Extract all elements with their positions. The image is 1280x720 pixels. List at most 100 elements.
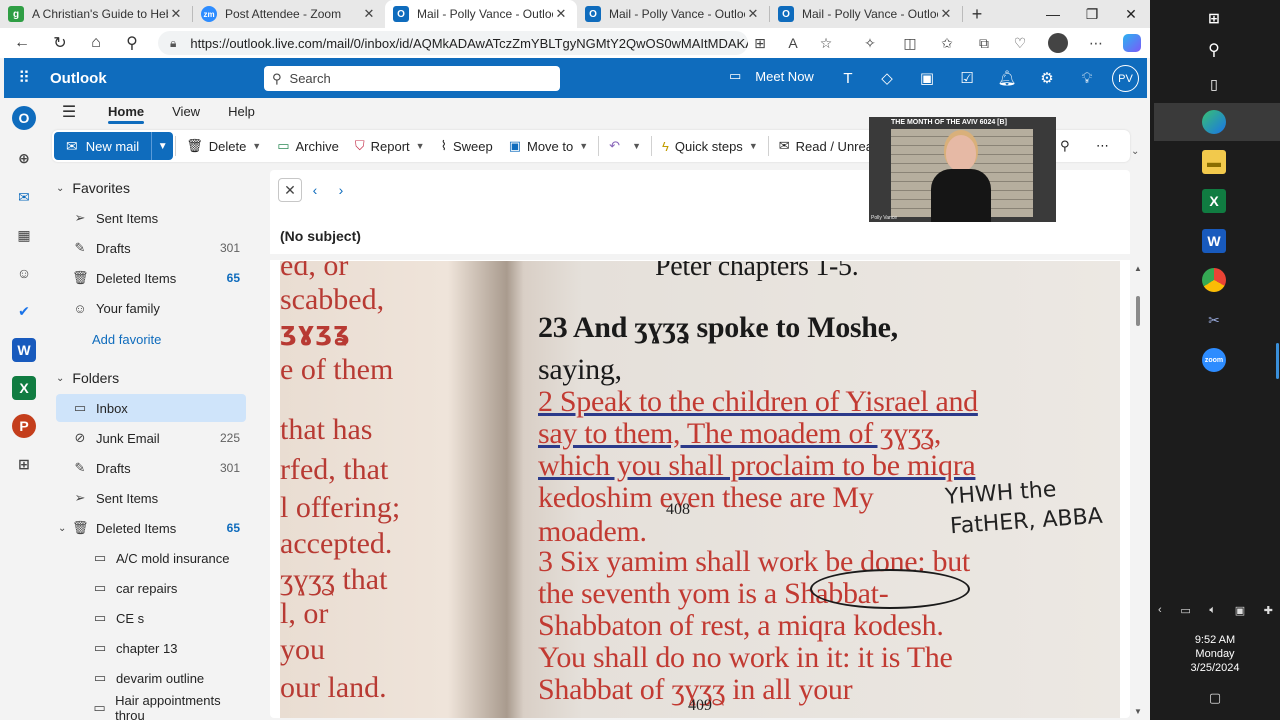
office-apps-icon[interactable]: ▣ — [916, 68, 938, 88]
restore-icon[interactable]: ❐ — [1073, 0, 1111, 28]
minimize-icon[interactable]: — — [1034, 0, 1072, 28]
zoom-icon[interactable]: zoom — [1202, 348, 1226, 372]
tab-view[interactable]: View — [158, 98, 214, 126]
premium-diamond-icon[interactable]: ◇ — [876, 68, 898, 88]
folder-junk-email[interactable]: ⊘ Junk Email 225 — [56, 424, 246, 452]
ribbon-expand-chevron-icon[interactable]: ⌄ — [1131, 146, 1139, 157]
chevron-left-icon[interactable]: ‹ — [1158, 604, 1162, 617]
battery-icon[interactable]: ▭ — [1180, 604, 1190, 617]
mail-icon[interactable]: ✉ — [12, 185, 36, 209]
browser-tab-3[interactable]: O Mail - Polly Vance - Outlook ✕ — [577, 0, 769, 28]
folder-drafts[interactable]: ✎ Drafts 301 — [56, 454, 246, 482]
app-tray-icon[interactable]: ✚ — [1264, 604, 1273, 617]
favorite-deleted-items[interactable]: 🗑︎ Deleted Items 65 — [56, 264, 246, 292]
archive-button[interactable]: ▭ Archive — [269, 132, 347, 160]
delete-button[interactable]: 🗑︎ Delete ▼ — [178, 132, 269, 160]
chevron-down-icon[interactable]: ▼ — [749, 141, 758, 151]
people-icon[interactable]: ☺ — [12, 261, 36, 285]
profile-avatar[interactable] — [1045, 32, 1071, 54]
folder-deleted-items[interactable]: ⌄ 🗑︎ Deleted Items 65 — [56, 514, 246, 542]
more-apps-icon[interactable]: ⊞ — [12, 452, 36, 476]
close-tab-icon[interactable]: ✕ — [938, 6, 954, 22]
tab-home[interactable]: Home — [94, 98, 158, 126]
more-menu-icon[interactable]: ⋯ — [1083, 32, 1109, 54]
quick-steps-button[interactable]: ϟ Quick steps ▼ — [654, 132, 766, 160]
account-avatar[interactable]: PV — [1112, 65, 1139, 92]
folder-sent-items[interactable]: ➢ Sent Items — [56, 484, 246, 512]
tab-help[interactable]: Help — [214, 98, 269, 126]
chevron-down-icon[interactable]: ▼ — [632, 141, 641, 151]
outlook-app-icon[interactable]: O — [12, 106, 36, 130]
reply-button[interactable]: ↶ ▼ — [601, 132, 649, 160]
hamburger-menu-icon[interactable]: ☰ — [44, 102, 94, 122]
notifications-bell-icon[interactable]: 🔔︎ — [996, 68, 1018, 88]
pin-button[interactable]: ⚲ — [1052, 132, 1084, 160]
app-available-icon[interactable]: ⊞ — [747, 32, 773, 54]
close-window-icon[interactable]: ✕ — [1112, 0, 1150, 28]
speaker-icon[interactable]: 🔈︎ — [1209, 604, 1216, 617]
task-view-icon[interactable]: ▯ — [1202, 72, 1226, 96]
reading-scrollbar[interactable]: ▲ ▼ — [1133, 262, 1143, 718]
previous-chevron-icon[interactable]: ‹ — [302, 182, 328, 198]
powerpoint-icon[interactable]: P — [12, 414, 36, 438]
word-icon[interactable]: W — [12, 338, 36, 362]
calendar-icon[interactable]: ▦ — [12, 223, 36, 247]
move-to-button[interactable]: ▣ Move to ▼ — [501, 132, 596, 160]
copilot-icon[interactable] — [1119, 32, 1145, 54]
home-icon[interactable]: ⌂ — [78, 28, 114, 58]
back-arrow-icon[interactable]: ← — [4, 28, 40, 58]
chevron-down-icon[interactable]: ▼ — [579, 141, 588, 151]
more-options-button[interactable]: ⋯ — [1088, 132, 1117, 160]
todo-check-icon[interactable]: ✔ — [12, 299, 36, 323]
folder-inbox[interactable]: ▭ Inbox — [56, 394, 246, 422]
add-app-icon[interactable]: ⊕ — [12, 146, 36, 170]
search-icon[interactable]: ⚲ — [114, 28, 150, 58]
refresh-icon[interactable]: ↻ — [42, 28, 78, 58]
extensions-icon[interactable]: ✧ — [857, 32, 883, 54]
subfolder-item[interactable]: ▭ chapter 13 — [56, 634, 246, 662]
collections-icon[interactable]: ⧉ — [971, 32, 997, 54]
notification-center-icon[interactable]: ▢ — [1205, 690, 1225, 706]
close-icon[interactable]: ✕ — [278, 178, 302, 202]
add-favorite-link[interactable]: Add favorite — [92, 332, 161, 347]
favorite-sent-items[interactable]: ➢ Sent Items — [56, 204, 246, 232]
network-icon[interactable]: ▣ — [1235, 604, 1245, 617]
scroll-down-icon[interactable]: ▼ — [1134, 707, 1142, 716]
favorite-star-icon[interactable]: ☆ — [813, 32, 839, 54]
subfolder-item[interactable]: ▭ devarim outline — [56, 664, 246, 692]
browser-tab-1[interactable]: zm Post Attendee - Zoom ✕ — [193, 0, 385, 28]
subfolder-item[interactable]: ▭ CE s — [56, 604, 246, 632]
favorite-drafts[interactable]: ✎ Drafts 301 — [56, 234, 246, 262]
word-icon[interactable]: W — [1202, 229, 1226, 253]
settings-gear-icon[interactable]: ⚙ — [1036, 68, 1058, 88]
close-tab-icon[interactable]: ✕ — [745, 6, 761, 22]
new-mail-button[interactable]: ✉ New mail — [54, 132, 152, 160]
close-tab-icon[interactable]: ✕ — [553, 6, 569, 22]
scroll-up-icon[interactable]: ▲ — [1134, 264, 1142, 273]
close-tab-icon[interactable]: ✕ — [361, 6, 377, 22]
my-day-icon[interactable]: ☑ — [956, 68, 978, 88]
sweep-button[interactable]: ⌇ Sweep — [433, 132, 501, 160]
teams-icon[interactable]: T — [837, 68, 859, 88]
report-button[interactable]: ⛉ Report ▼ — [347, 132, 433, 160]
subfolder-item[interactable]: ▭ car repairs — [56, 574, 246, 602]
url-field[interactable]: 🔒︎ https://outlook.live.com/mail/0/inbox… — [158, 31, 748, 55]
excel-icon[interactable]: X — [12, 376, 36, 400]
favorite-your-family[interactable]: ☺ Your family — [56, 294, 246, 322]
snipping-tool-icon[interactable]: ✂ — [1202, 308, 1226, 332]
outlook-brand[interactable]: Outlook — [50, 70, 107, 87]
edge-browser-icon[interactable] — [1202, 110, 1226, 134]
app-launcher-icon[interactable]: ⠿ — [4, 68, 44, 88]
close-tab-icon[interactable]: ✕ — [168, 6, 184, 22]
folders-header[interactable]: ⌄ Folders — [56, 370, 119, 386]
meet-now-button[interactable]: ▭ Meet Now — [729, 68, 814, 84]
favorites-icon[interactable]: ✩ — [934, 32, 960, 54]
browser-essentials-icon[interactable]: ♡ — [1007, 32, 1033, 54]
excel-icon[interactable]: X — [1202, 189, 1226, 213]
tips-lightbulb-icon[interactable]: 💡︎ — [1076, 68, 1098, 88]
browser-tab-4[interactable]: O Mail - Polly Vance - Outlook ✕ — [770, 0, 962, 28]
read-aloud-icon[interactable]: A — [780, 32, 806, 54]
browser-tab-0[interactable]: g A Christian's Guide to Hebrew F ✕ — [0, 0, 192, 28]
zoom-video-window[interactable]: THE MONTH OF THE AVIV 6024 [B] Polly Van… — [869, 117, 1056, 222]
search-icon[interactable]: ⚲ — [1202, 38, 1226, 62]
